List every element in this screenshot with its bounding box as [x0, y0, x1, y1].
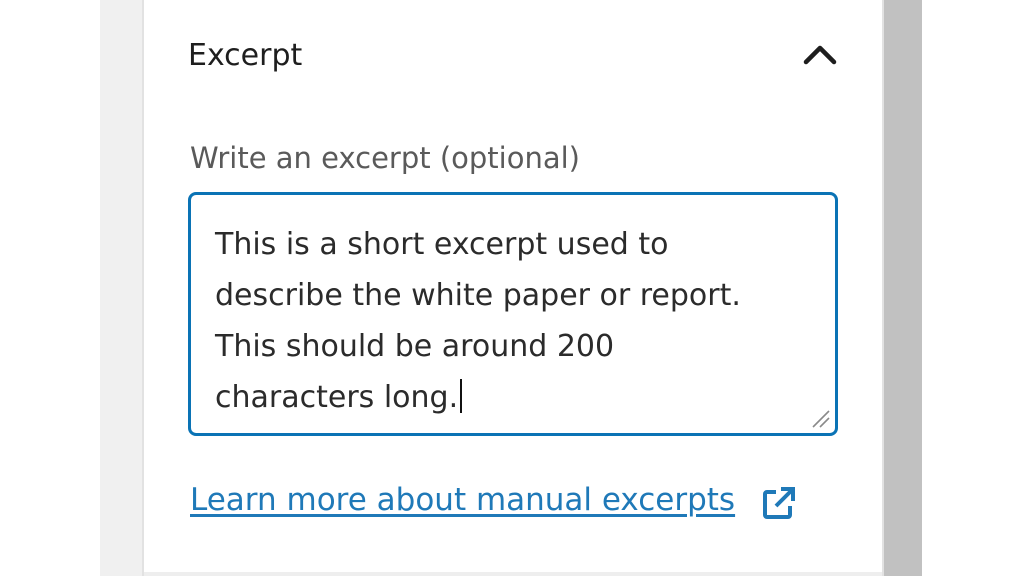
editor-sidebar: Excerpt Write an excerpt (optional) This…: [0, 0, 1024, 576]
excerpt-line: characters long.: [215, 380, 459, 415]
external-link-icon[interactable]: [760, 484, 798, 522]
text-caret: [460, 379, 463, 413]
excerpt-panel: Excerpt Write an excerpt (optional) This…: [144, 0, 882, 572]
scrollbar[interactable]: [884, 0, 922, 576]
excerpt-text[interactable]: This is a short excerpt used to describe…: [215, 219, 815, 423]
panel-title: Excerpt: [188, 38, 303, 73]
chevron-up-icon[interactable]: [800, 38, 840, 74]
sidebar-gutter: [100, 0, 142, 576]
excerpt-line: This should be around 200: [215, 329, 615, 364]
excerpt-line: describe the white paper or report.: [215, 278, 741, 313]
resize-handle-icon[interactable]: [809, 407, 831, 429]
panel-bottom-divider: [144, 572, 882, 576]
excerpt-panel-toggle[interactable]: Excerpt: [144, 24, 882, 88]
learn-more-link[interactable]: Learn more about manual excerpts: [190, 478, 735, 522]
excerpt-textarea[interactable]: This is a short excerpt used to describe…: [188, 192, 838, 436]
excerpt-line: This is a short excerpt used to: [215, 227, 669, 262]
excerpt-field-label: Write an excerpt (optional): [190, 141, 580, 175]
